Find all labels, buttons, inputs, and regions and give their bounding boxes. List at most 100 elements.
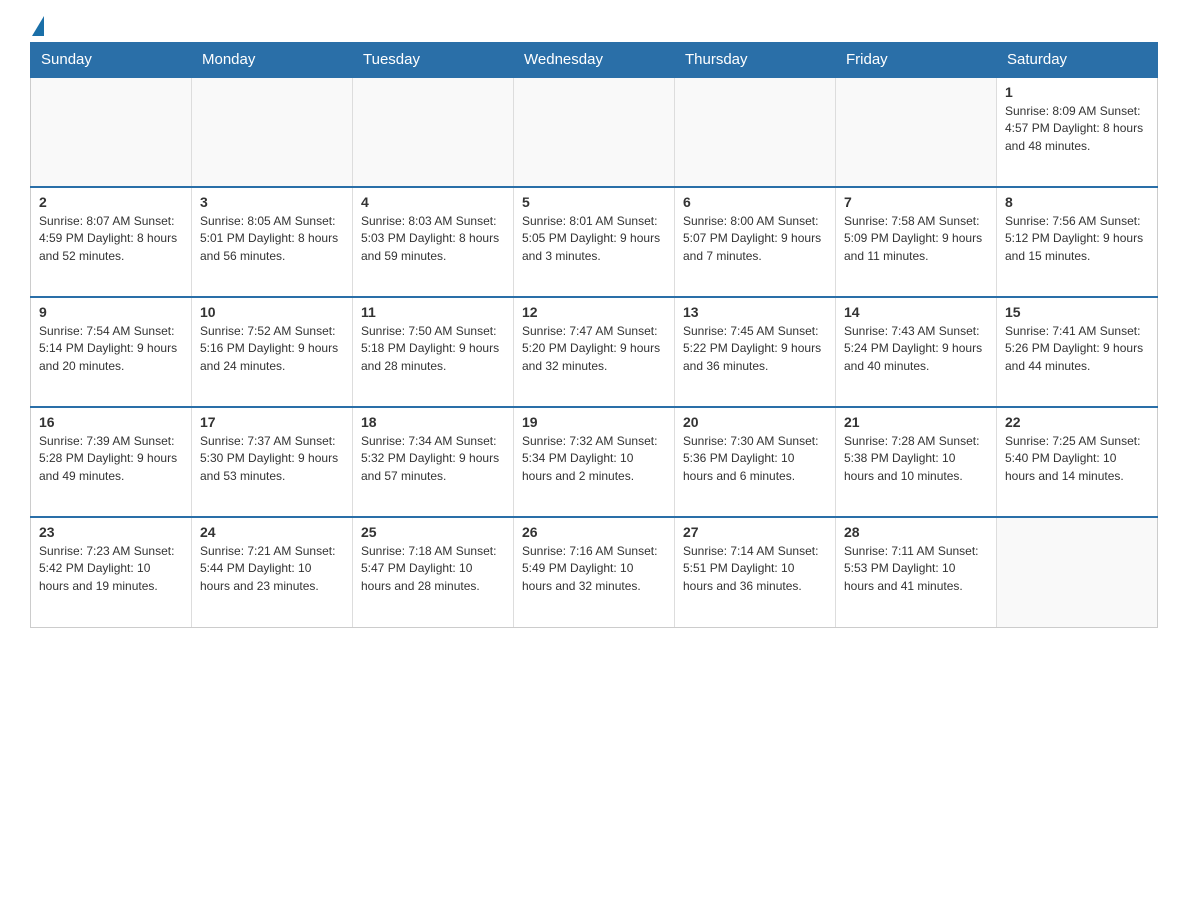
day-number: 7 [844,194,988,210]
calendar-cell: 25 Sunrise: 7:18 AM Sunset: 5:47 PM Dayli… [353,517,514,627]
day-number: 14 [844,304,988,320]
calendar-cell: 17 Sunrise: 7:37 AM Sunset: 5:30 PM Dayli… [192,407,353,517]
day-number: 28 [844,524,988,540]
day-number: 17 [200,414,344,430]
day-number: 16 [39,414,183,430]
calendar-cell: 15 Sunrise: 7:41 AM Sunset: 5:26 PM Dayli… [997,297,1158,407]
day-info: Sunrise: 7:16 AM Sunset: 5:49 PM Dayligh… [522,543,666,595]
calendar-cell: 28 Sunrise: 7:11 AM Sunset: 5:53 PM Dayli… [836,517,997,627]
day-number: 8 [1005,194,1149,210]
day-number: 3 [200,194,344,210]
calendar-cell [514,77,675,187]
calendar-cell: 5 Sunrise: 8:01 AM Sunset: 5:05 PM Daylig… [514,187,675,297]
week-row-2: 2 Sunrise: 8:07 AM Sunset: 4:59 PM Daylig… [31,187,1158,297]
day-info: Sunrise: 7:56 AM Sunset: 5:12 PM Dayligh… [1005,213,1149,265]
day-number: 15 [1005,304,1149,320]
day-info: Sunrise: 7:47 AM Sunset: 5:20 PM Dayligh… [522,323,666,375]
day-number: 24 [200,524,344,540]
weekday-header-tuesday: Tuesday [353,43,514,78]
calendar-cell: 4Sunrise: 8:03 AM Sunset: 5:03 PM Daylig… [353,187,514,297]
calendar-cell [675,77,836,187]
calendar-cell: 23 Sunrise: 7:23 AM Sunset: 5:42 PM Dayli… [31,517,192,627]
day-number: 13 [683,304,827,320]
day-info: Sunrise: 7:11 AM Sunset: 5:53 PM Dayligh… [844,543,988,595]
day-info: Sunrise: 7:50 AM Sunset: 5:18 PM Dayligh… [361,323,505,375]
day-info: Sunrise: 7:34 AM Sunset: 5:32 PM Dayligh… [361,433,505,485]
calendar-cell: 10 Sunrise: 7:52 AM Sunset: 5:16 PM Dayli… [192,297,353,407]
calendar-cell: 14 Sunrise: 7:43 AM Sunset: 5:24 PM Dayli… [836,297,997,407]
day-info: Sunrise: 7:43 AM Sunset: 5:24 PM Dayligh… [844,323,988,375]
calendar-table: SundayMondayTuesdayWednesdayThursdayFrid… [30,42,1158,628]
day-number: 27 [683,524,827,540]
day-info: Sunrise: 8:07 AM Sunset: 4:59 PM Dayligh… [39,213,183,265]
day-number: 26 [522,524,666,540]
day-number: 21 [844,414,988,430]
day-info: Sunrise: 7:52 AM Sunset: 5:16 PM Dayligh… [200,323,344,375]
week-row-3: 9 Sunrise: 7:54 AM Sunset: 5:14 PM Daylig… [31,297,1158,407]
week-row-1: 1 Sunrise: 8:09 AM Sunset: 4:57 PM Daylig… [31,77,1158,187]
weekday-header-wednesday: Wednesday [514,43,675,78]
day-info: Sunrise: 8:09 AM Sunset: 4:57 PM Dayligh… [1005,103,1149,155]
calendar-cell: 27 Sunrise: 7:14 AM Sunset: 5:51 PM Dayli… [675,517,836,627]
calendar-cell: 1 Sunrise: 8:09 AM Sunset: 4:57 PM Daylig… [997,77,1158,187]
day-number: 6 [683,194,827,210]
day-info: Sunrise: 7:30 AM Sunset: 5:36 PM Dayligh… [683,433,827,485]
calendar-cell: 13Sunrise: 7:45 AM Sunset: 5:22 PM Dayli… [675,297,836,407]
day-info: Sunrise: 7:39 AM Sunset: 5:28 PM Dayligh… [39,433,183,485]
day-info: Sunrise: 7:18 AM Sunset: 5:47 PM Dayligh… [361,543,505,595]
day-info: Sunrise: 7:14 AM Sunset: 5:51 PM Dayligh… [683,543,827,595]
day-number: 5 [522,194,666,210]
calendar-cell: 3 Sunrise: 8:05 AM Sunset: 5:01 PM Daylig… [192,187,353,297]
weekday-header-monday: Monday [192,43,353,78]
calendar-cell: 20Sunrise: 7:30 AM Sunset: 5:36 PM Dayli… [675,407,836,517]
calendar-cell: 7 Sunrise: 7:58 AM Sunset: 5:09 PM Daylig… [836,187,997,297]
calendar-cell [353,77,514,187]
day-number: 23 [39,524,183,540]
calendar-cell [31,77,192,187]
day-info: Sunrise: 8:01 AM Sunset: 5:05 PM Dayligh… [522,213,666,265]
day-number: 9 [39,304,183,320]
calendar-cell: 11 Sunrise: 7:50 AM Sunset: 5:18 PM Dayli… [353,297,514,407]
calendar-cell: 12 Sunrise: 7:47 AM Sunset: 5:20 PM Dayli… [514,297,675,407]
day-info: Sunrise: 7:58 AM Sunset: 5:09 PM Dayligh… [844,213,988,265]
day-number: 25 [361,524,505,540]
weekday-header-row: SundayMondayTuesdayWednesdayThursdayFrid… [31,43,1158,78]
day-number: 1 [1005,84,1149,100]
weekday-header-sunday: Sunday [31,43,192,78]
page-header [30,20,1158,32]
logo [30,20,44,32]
calendar-cell [836,77,997,187]
calendar-cell: 2 Sunrise: 8:07 AM Sunset: 4:59 PM Daylig… [31,187,192,297]
day-number: 11 [361,304,505,320]
week-row-4: 16 Sunrise: 7:39 AM Sunset: 5:28 PM Dayli… [31,407,1158,517]
calendar-cell [192,77,353,187]
day-number: 19 [522,414,666,430]
calendar-cell: 19 Sunrise: 7:32 AM Sunset: 5:34 PM Dayli… [514,407,675,517]
calendar-cell: 9 Sunrise: 7:54 AM Sunset: 5:14 PM Daylig… [31,297,192,407]
calendar-cell: 22 Sunrise: 7:25 AM Sunset: 5:40 PM Dayli… [997,407,1158,517]
calendar-cell: 21 Sunrise: 7:28 AM Sunset: 5:38 PM Dayli… [836,407,997,517]
day-info: Sunrise: 7:23 AM Sunset: 5:42 PM Dayligh… [39,543,183,595]
calendar-cell: 26 Sunrise: 7:16 AM Sunset: 5:49 PM Dayli… [514,517,675,627]
day-number: 4 [361,194,505,210]
day-info: Sunrise: 7:54 AM Sunset: 5:14 PM Dayligh… [39,323,183,375]
calendar-cell [997,517,1158,627]
day-info: Sunrise: 7:28 AM Sunset: 5:38 PM Dayligh… [844,433,988,485]
day-info: Sunrise: 7:41 AM Sunset: 5:26 PM Dayligh… [1005,323,1149,375]
calendar-cell: 6Sunrise: 8:00 AM Sunset: 5:07 PM Daylig… [675,187,836,297]
logo-triangle-icon [32,16,44,36]
calendar-cell: 24 Sunrise: 7:21 AM Sunset: 5:44 PM Dayli… [192,517,353,627]
day-info: Sunrise: 7:32 AM Sunset: 5:34 PM Dayligh… [522,433,666,485]
weekday-header-friday: Friday [836,43,997,78]
day-info: Sunrise: 7:37 AM Sunset: 5:30 PM Dayligh… [200,433,344,485]
day-number: 10 [200,304,344,320]
week-row-5: 23 Sunrise: 7:23 AM Sunset: 5:42 PM Dayli… [31,517,1158,627]
weekday-header-thursday: Thursday [675,43,836,78]
day-number: 12 [522,304,666,320]
day-info: Sunrise: 7:25 AM Sunset: 5:40 PM Dayligh… [1005,433,1149,485]
day-number: 2 [39,194,183,210]
day-number: 22 [1005,414,1149,430]
day-info: Sunrise: 8:05 AM Sunset: 5:01 PM Dayligh… [200,213,344,265]
day-info: Sunrise: 7:21 AM Sunset: 5:44 PM Dayligh… [200,543,344,595]
calendar-cell: 16 Sunrise: 7:39 AM Sunset: 5:28 PM Dayli… [31,407,192,517]
